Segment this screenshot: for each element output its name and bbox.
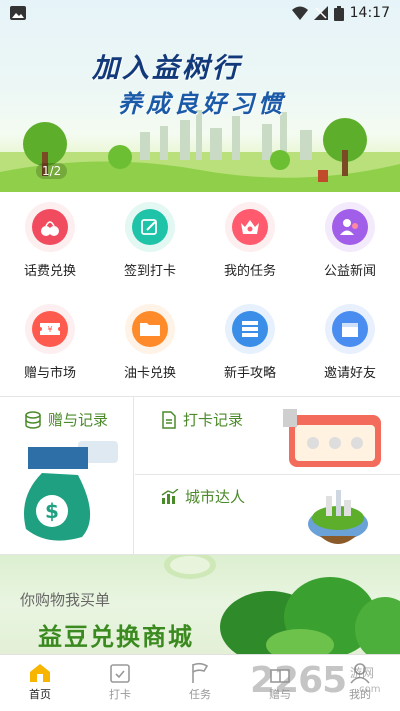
gift-record-card[interactable]: 赠与记录 $ (0, 397, 134, 555)
box-icon (332, 311, 368, 347)
banner-carousel[interactable]: 加入益树行 养成良好习惯 1/2 (0, 0, 400, 192)
battery-icon (333, 5, 344, 21)
grid-item-checkin[interactable]: 签到打卡 (100, 192, 200, 294)
banner-title-line2: 养成良好习惯 (118, 89, 286, 118)
banner-title-line1: 加入益树行 (92, 53, 242, 84)
city-expert-card[interactable]: 城市达人 (135, 476, 400, 555)
svg-text:¥: ¥ (47, 325, 52, 334)
money-bag-illustration: $ (24, 441, 118, 541)
grid-item-invite-friends[interactable]: 邀请好友 (300, 294, 400, 396)
site-watermark-name: 游网 (350, 666, 375, 680)
tab-label: 任务 (189, 688, 211, 701)
status-time: 14:17 (349, 5, 390, 21)
tab-checkin[interactable]: 打卡 (80, 655, 160, 711)
city-expert-label: 城市达人 (185, 488, 246, 506)
shop-title: 益豆兑换商城 (38, 623, 194, 651)
edit-icon (132, 209, 168, 245)
server-icon (232, 311, 268, 347)
calendar-check-icon (110, 664, 130, 683)
home-icon (30, 664, 50, 682)
site-watermark: 2265 (250, 660, 347, 701)
checkin-record-card[interactable]: 打卡记录 (135, 397, 400, 475)
grid-item-label: 话费兑换 (23, 264, 76, 279)
grid-item-fuel-card[interactable]: 油卡兑换 (100, 294, 200, 396)
grid-item-label: 油卡兑换 (123, 366, 176, 381)
grid-item-my-tasks[interactable]: 我的任务 (200, 192, 300, 294)
signal-icon (313, 6, 328, 20)
banner-page-indicator: 1/2 (36, 163, 68, 179)
shop-subtitle: 你购物我买单 (20, 591, 111, 609)
crown-icon (232, 209, 268, 245)
grid-item-gift-market[interactable]: ¥ 赠与市场 (0, 294, 100, 396)
cherry-icon (32, 209, 68, 245)
tab-tasks[interactable]: 任务 (160, 655, 240, 711)
grid-item-label: 我的任务 (223, 264, 276, 279)
grid-item-label: 邀请好友 (323, 366, 376, 381)
ticket-icon: ¥ (32, 311, 68, 347)
tab-label: 首页 (29, 688, 51, 701)
grid-item-label: 赠与市场 (23, 366, 76, 381)
bar-chart-icon (161, 488, 179, 504)
svg-text:$: $ (45, 499, 59, 523)
users-icon (332, 209, 368, 245)
gift-record-label: 赠与记录 (48, 411, 109, 429)
records-section: 赠与记录 $ 打卡记录 城市达人 (0, 396, 400, 555)
function-grid: 话费兑换 签到打卡 我的任务 公益新闻 ¥ 赠与市场 油卡兑换 新手攻略 邀请好 (0, 192, 400, 396)
image-notification-icon (10, 6, 26, 20)
shop-banner[interactable]: 你购物我买单 益豆兑换商城 (0, 554, 400, 654)
grid-item-label: 新手攻略 (223, 366, 276, 381)
document-icon (162, 410, 176, 429)
grid-item-charity-news[interactable]: 公益新闻 (300, 192, 400, 294)
grid-item-label: 签到打卡 (123, 264, 176, 279)
grid-item-label: 公益新闻 (323, 264, 376, 279)
tab-label: 打卡 (109, 688, 131, 701)
status-bar: 14:17 (0, 0, 400, 26)
database-icon (25, 410, 41, 429)
home-screen: 加入益树行 养成良好习惯 1/2 14:17 话费兑换 签到打卡 我的任务 公益… (0, 0, 400, 711)
grid-item-beginner-guide[interactable]: 新手攻略 (200, 294, 300, 396)
checkin-record-label: 打卡记录 (183, 411, 244, 429)
calendar-illustration (283, 409, 381, 467)
folder-icon (132, 311, 168, 347)
site-watermark-suffix: .com (356, 684, 381, 695)
grid-item-phone-recharge[interactable]: 话费兑换 (0, 192, 100, 294)
floating-city-illustration (308, 490, 368, 544)
tab-home[interactable]: 首页 (0, 655, 80, 711)
flag-icon (192, 662, 209, 683)
wifi-icon (291, 6, 308, 20)
